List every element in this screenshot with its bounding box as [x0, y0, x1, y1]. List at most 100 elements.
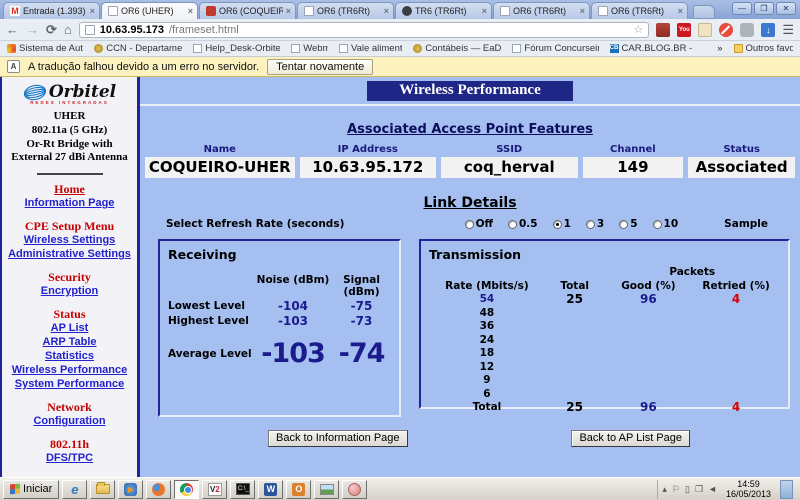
tab-or6-uher[interactable]: OR6 (UHER) ×	[101, 2, 198, 19]
total-header: Total	[560, 279, 589, 292]
tab-or6-tr6rt-3[interactable]: OR6 (TR6Rt) ×	[591, 2, 688, 19]
tab-close-icon[interactable]: ×	[384, 6, 389, 16]
people-extension-icon[interactable]	[740, 22, 755, 37]
radio-icon[interactable]	[508, 219, 517, 229]
radio-5[interactable]: 5	[619, 218, 638, 230]
radio-0-5[interactable]: 0.5	[508, 218, 538, 230]
radio-icon[interactable]	[464, 219, 474, 229]
bookmarks-overflow-button[interactable]: »	[717, 43, 722, 54]
start-button[interactable]: Iniciar	[3, 479, 60, 499]
sidebar-item-wireless-settings[interactable]: Wireless Settings	[2, 233, 137, 247]
radio-icon[interactable]	[585, 219, 595, 229]
bookmark-item[interactable]: Contábeis — EaD-UFSC	[413, 43, 501, 54]
sidebar-item-wireless-performance[interactable]: Wireless Performance	[2, 363, 137, 377]
taskbar-photo-viewer[interactable]	[314, 479, 340, 499]
radio-icon-selected[interactable]	[552, 219, 562, 229]
radio-icon[interactable]	[619, 219, 629, 229]
tab-or6-tr6rt-2[interactable]: OR6 (TR6Rt) ×	[493, 2, 590, 19]
bookmark-item[interactable]: Webmail	[291, 43, 328, 54]
tab-close-icon[interactable]: ×	[286, 6, 291, 16]
sidebar-heading-status: Status	[53, 307, 86, 321]
restore-button[interactable]: ❐	[754, 2, 774, 15]
sidebar-item-ap-list[interactable]: AP List	[2, 321, 137, 335]
taskbar-paint[interactable]	[342, 479, 368, 499]
radio-3[interactable]: 3	[585, 218, 604, 230]
radio-label: Off	[475, 218, 493, 230]
youtube-extension-icon[interactable]: You	[677, 22, 692, 37]
sidebar-item-dfs-tpc[interactable]: DFS/TPC	[2, 451, 137, 465]
star-icon[interactable]: ☆	[633, 23, 643, 36]
logo-tagline: REDES INTEGRADAS	[30, 100, 109, 105]
home-icon[interactable]: ⌂	[64, 23, 72, 36]
taskbar-vnc-viewer[interactable]: V2	[202, 479, 228, 499]
tab-close-icon[interactable]: ×	[188, 6, 193, 16]
other-bookmarks-folder[interactable]: Outros favoritos	[733, 43, 793, 54]
window-controls: — ❐ ✕	[732, 2, 796, 15]
outlook-icon: O	[292, 482, 306, 496]
taskbar-chrome-active[interactable]	[174, 479, 200, 499]
back-to-ap-list-page-button[interactable]: Back to AP List Page	[571, 430, 690, 447]
tab-gmail[interactable]: M Entrada (1.393) - con ×	[3, 2, 100, 19]
taskbar-media-center[interactable]: ▶	[118, 479, 144, 499]
reload-icon[interactable]: ⟳	[46, 23, 57, 36]
tab-tr6-tr6rt[interactable]: TR6 (TR6Rt) ×	[395, 2, 492, 19]
radio-10[interactable]: 10	[652, 218, 678, 230]
sidebar-item-log-off[interactable]: Log Off	[2, 475, 137, 477]
taskbar-clock[interactable]: 14:59 16/05/2013	[722, 479, 775, 500]
address-bar[interactable]: 10.63.95.173 /frameset.html ☆	[78, 21, 650, 38]
taskbar-word[interactable]: W	[258, 479, 284, 499]
tray-speaker-icon[interactable]: ◄	[708, 484, 717, 494]
tray-battery-icon[interactable]: ▯	[685, 484, 690, 494]
tray-network-icon[interactable]: ❐	[695, 484, 703, 494]
sidebar-heading-cpe-setup-menu: CPE Setup Menu	[24, 219, 115, 233]
show-desktop-button[interactable]	[780, 479, 793, 499]
download-extension-icon[interactable]: ↓	[761, 22, 776, 37]
back-to-information-page-button[interactable]: Back to Information Page	[268, 430, 408, 447]
tab-or6-coqueiro[interactable]: OR6 (COQUEIRO-UH ×	[199, 2, 296, 19]
radio-off[interactable]: Off	[464, 218, 493, 230]
receiving-panel: Receiving Noise (dBm) Signal (dBm) Lowes…	[158, 239, 401, 417]
taskbar-outlook[interactable]: O	[286, 479, 312, 499]
sidebar-item-arp-table[interactable]: ARP Table	[2, 335, 137, 349]
new-tab-button[interactable]	[693, 5, 715, 19]
bookmark-item[interactable]: Help_Desk-Orbitel :: Ti...	[193, 43, 280, 54]
taskbar-file-explorer[interactable]	[90, 479, 116, 499]
sidebar-item-statistics[interactable]: Statistics	[2, 349, 137, 363]
tab-close-icon[interactable]: ×	[580, 6, 585, 16]
sidebar-item-administrative-settings[interactable]: Administrative Settings	[2, 247, 137, 261]
taskbar-firefox[interactable]	[146, 479, 172, 499]
radio-icon[interactable]	[652, 219, 662, 229]
sidebar-item-configuration[interactable]: Configuration	[2, 414, 137, 428]
col-header-channel: Channel	[610, 144, 656, 155]
tab-close-icon[interactable]: ×	[90, 6, 95, 16]
taskbar-command-prompt[interactable]: C:\_	[230, 479, 256, 499]
sidebar-item-system-performance[interactable]: System Performance	[2, 377, 137, 391]
sidebar-item-information-page[interactable]: Information Page	[2, 196, 137, 210]
translate-retry-button[interactable]: Tentar novamente	[267, 58, 374, 75]
bookmark-item[interactable]: CCN - Departamento d...	[94, 43, 182, 54]
back-icon[interactable]: ←	[6, 23, 19, 36]
close-button[interactable]: ✕	[776, 2, 796, 15]
sidebar-item-encryption[interactable]: Encryption	[2, 284, 137, 298]
bookmark-item[interactable]: CBCAR.BLOG.BR - Carros	[609, 43, 695, 54]
tab-close-icon[interactable]: ×	[678, 6, 683, 16]
minimize-button[interactable]: —	[732, 2, 752, 15]
tab-close-icon[interactable]: ×	[482, 6, 487, 16]
tray-up-arrow-icon[interactable]: ▴	[662, 484, 667, 494]
taskbar-internet-explorer[interactable]: e	[62, 479, 88, 499]
page-frameset: Orbitel REDES INTEGRADAS UHER 802.11a (5…	[0, 77, 800, 477]
page-icon	[512, 44, 522, 53]
bookmark-item[interactable]: Vale alimentação	[338, 43, 402, 54]
menu-icon[interactable]: ☰	[782, 22, 794, 38]
radio-1[interactable]: 1	[552, 218, 571, 230]
block-extension-icon[interactable]	[719, 22, 734, 37]
tab-or6-tr6rt-1[interactable]: OR6 (TR6Rt) ×	[297, 2, 394, 19]
forward-icon[interactable]: →	[26, 23, 39, 36]
bookmark-item[interactable]: Sistema de Autentica	[7, 43, 83, 54]
tray-flag-icon[interactable]: ⚐	[672, 484, 680, 494]
sidebar-item-home[interactable]: Home	[2, 182, 137, 196]
bookmark-label: Fórum Concurseiros! -...	[524, 43, 598, 54]
notes-extension-icon[interactable]	[698, 22, 713, 37]
dictionary-extension-icon[interactable]	[656, 22, 671, 37]
bookmark-item[interactable]: Fórum Concurseiros! -...	[512, 43, 599, 54]
